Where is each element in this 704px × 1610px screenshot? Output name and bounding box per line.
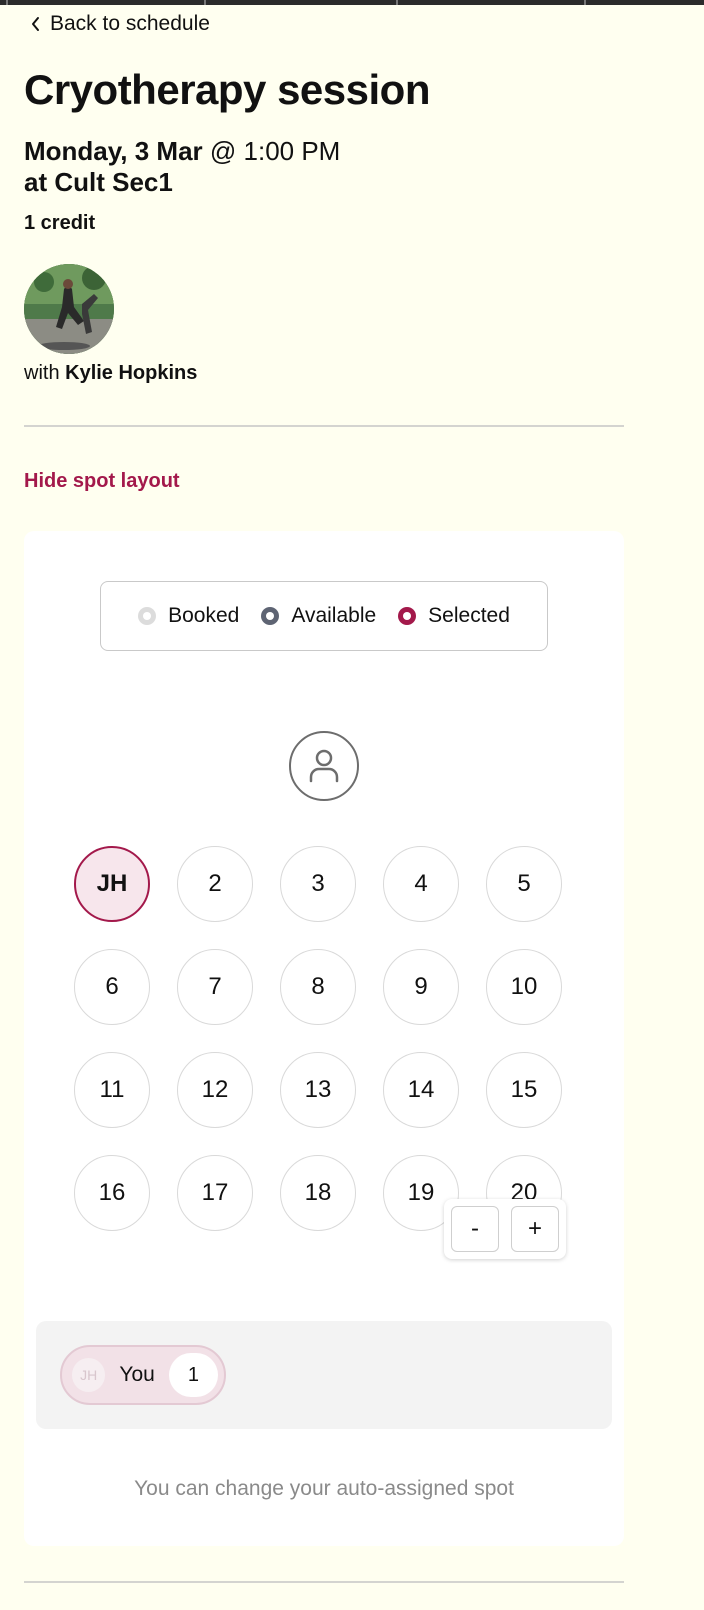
spot-3[interactable]: 3 — [280, 846, 356, 922]
page-title: Cryotherapy session — [24, 66, 431, 113]
instructor-line: with Kylie Hopkins — [24, 362, 197, 385]
you-label: You — [119, 1363, 155, 1386]
bottom-divider — [24, 1581, 624, 1583]
section-divider — [24, 425, 624, 427]
auto-assign-note: You can change your auto-assigned spot — [134, 1477, 514, 1500]
back-label: Back to schedule — [50, 12, 210, 35]
you-attendee-chip[interactable]: JH You 1 — [60, 1345, 226, 1405]
legend-available: Available — [261, 604, 376, 628]
legend-selected: Selected — [398, 604, 510, 628]
instructor-avatar — [24, 264, 114, 354]
legend-available-label: Available — [291, 604, 377, 627]
chevron-left-icon — [32, 17, 39, 31]
hide-spot-layout-button[interactable]: Hide spot layout — [24, 470, 180, 493]
zoom-controls: - + — [444, 1199, 566, 1259]
spot-8[interactable]: 8 — [280, 949, 356, 1025]
you-avatar: JH — [72, 1358, 106, 1392]
zoom-in-button[interactable]: + — [511, 1206, 559, 1252]
time-separator: @ — [202, 136, 244, 166]
booked-dot-icon — [138, 607, 157, 625]
spot-17[interactable]: 17 — [177, 1155, 253, 1231]
spot-layout-panel: Booked Available Selected JH 2 3 4 5 6 7 8 9 10 11… — [24, 531, 624, 1546]
legend-selected-label: Selected — [428, 604, 510, 627]
session-datetime: Monday, 3 Mar @ 1:00 PM at Cult Sec1 — [24, 136, 340, 198]
spot-12[interactable]: 12 — [177, 1052, 253, 1128]
spot-6[interactable]: 6 — [74, 949, 150, 1025]
spot-4[interactable]: 4 — [383, 846, 459, 922]
back-to-schedule-link[interactable]: Back to schedule — [30, 12, 210, 36]
session-date: Monday, 3 Mar — [24, 136, 203, 166]
top-bar — [0, 0, 704, 5]
spot-10[interactable]: 10 — [486, 949, 562, 1025]
spot-1[interactable]: JH — [74, 846, 150, 922]
person-icon — [309, 749, 339, 783]
available-dot-icon — [261, 607, 280, 625]
spot-9[interactable]: 9 — [383, 949, 459, 1025]
spot-7[interactable]: 7 — [177, 949, 253, 1025]
spot-16[interactable]: 16 — [74, 1155, 150, 1231]
attendee-list: JH You 1 — [36, 1321, 612, 1429]
spot-14[interactable]: 14 — [383, 1052, 459, 1128]
spot-13[interactable]: 13 — [280, 1052, 356, 1128]
spot-2[interactable]: 2 — [177, 846, 253, 922]
session-location: at Cult Sec1 — [24, 167, 173, 197]
credit-cost: 1 credit — [24, 212, 96, 234]
spot-15[interactable]: 15 — [486, 1052, 562, 1128]
session-time: 1:00 PM — [243, 136, 341, 166]
legend-booked: Booked — [138, 604, 239, 628]
spot-legend: Booked Available Selected — [100, 581, 548, 651]
instructor-spot — [289, 731, 359, 801]
spot-11[interactable]: 11 — [74, 1052, 150, 1128]
instructor-prefix: with — [24, 362, 66, 384]
instructor-name: Kylie Hopkins — [65, 362, 198, 384]
you-spot-count: 1 — [168, 1353, 218, 1397]
legend-booked-label: Booked — [168, 604, 240, 627]
zoom-out-button[interactable]: - — [451, 1206, 499, 1252]
instructor-photo — [24, 264, 114, 354]
spot-18[interactable]: 18 — [280, 1155, 356, 1231]
selected-dot-icon — [398, 607, 417, 625]
spot-5[interactable]: 5 — [486, 846, 562, 922]
